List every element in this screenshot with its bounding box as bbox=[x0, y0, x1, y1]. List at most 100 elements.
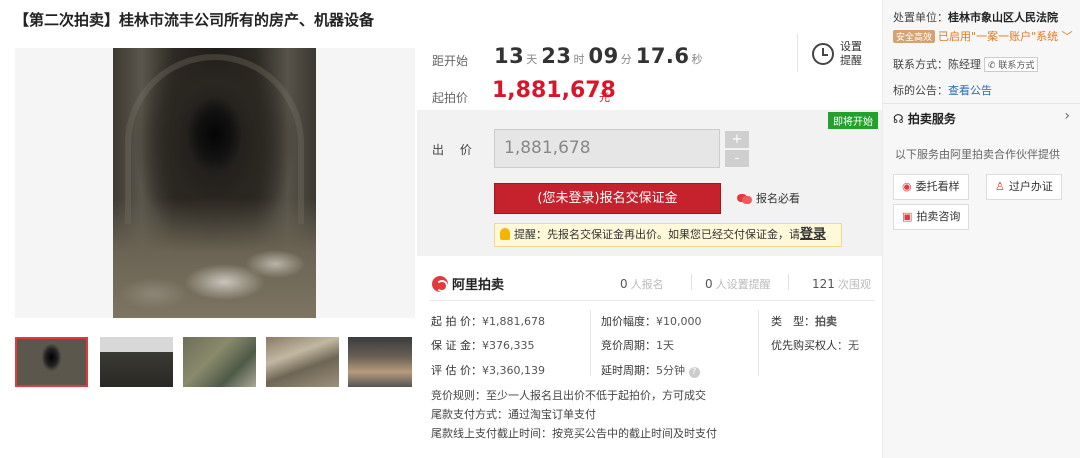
detail-value: ¥1,881,678 bbox=[482, 315, 545, 328]
status-badge: 即将开始 bbox=[828, 112, 878, 129]
bid-increase-button[interactable]: + bbox=[725, 131, 749, 148]
login-link[interactable]: 登录 bbox=[800, 227, 826, 242]
reminders-count: 0 bbox=[705, 277, 713, 291]
countdown-minutes-unit: 分 bbox=[620, 53, 632, 66]
divider bbox=[691, 274, 692, 290]
consult-button[interactable]: ▣ 拍卖咨询 bbox=[893, 204, 970, 230]
countdown-days: 13 bbox=[494, 44, 525, 68]
thumbnail-2[interactable] bbox=[100, 337, 173, 387]
thumbnail-3[interactable] bbox=[183, 337, 256, 387]
notice-label: 标的公告： bbox=[893, 84, 948, 97]
alarm-clock-icon bbox=[812, 43, 834, 65]
disposal-unit-label: 处置单位： bbox=[893, 11, 948, 24]
sidebar: 处置单位：桂林市象山区人民法院 安全高效 已启用"一案一账户"系统 ﹀ 联系方式：… bbox=[882, 0, 1080, 458]
detail-value: 拍卖 bbox=[815, 315, 837, 328]
contact-button-label: 联系方式 bbox=[998, 61, 1035, 71]
set-reminder-label: 设置提醒 bbox=[840, 40, 862, 67]
detail-value: ¥376,335 bbox=[482, 339, 535, 352]
detail-priority: 优先购买权人：无 bbox=[771, 337, 859, 353]
tip-text: 提醒：先报名交保证金再出价。如果您已经交付保证金，请 bbox=[514, 228, 800, 241]
countdown-hours-unit: 时 bbox=[573, 53, 585, 66]
divider bbox=[788, 274, 789, 290]
bidding-rule: 竞价规则：至少一人报名且出价不低于起拍价，方可成交 bbox=[431, 389, 706, 402]
detail-key: 评 估 价： bbox=[431, 364, 482, 377]
contact-row: 联系方式：陈经理 ✆ 联系方式 bbox=[893, 56, 1039, 72]
thumbnail-1[interactable] bbox=[15, 337, 88, 387]
divider bbox=[883, 103, 1080, 104]
signups-stat: 0 人报名 bbox=[620, 276, 664, 292]
disposal-unit: 处置单位：桂林市象山区人民法院 bbox=[893, 9, 1058, 25]
service-header[interactable]: ☊ 拍卖服务 bbox=[893, 110, 956, 127]
ali-auction-logo: 阿里拍卖 bbox=[432, 274, 504, 293]
entrust-viewing-button[interactable]: ◉ 委托看样 bbox=[893, 174, 969, 200]
views-stat: 121 次围观 bbox=[812, 276, 871, 292]
detail-key: 类 型： bbox=[771, 315, 815, 328]
thumbnail-5[interactable] bbox=[348, 337, 412, 387]
start-price-label: 起拍价 bbox=[432, 91, 469, 105]
service-title: 拍卖服务 bbox=[907, 112, 956, 126]
safe-badge: 安全高效 bbox=[893, 30, 936, 43]
headset-icon: ☊ bbox=[893, 112, 908, 126]
service-description: 以下服务由阿里拍卖合作伙伴提供 bbox=[895, 148, 1060, 161]
ali-auction-icon bbox=[432, 275, 448, 292]
transfer-label: 过户办证 bbox=[1008, 180, 1053, 193]
divider bbox=[758, 310, 759, 376]
detail-type: 类 型：拍卖 bbox=[771, 313, 837, 329]
lightbulb-icon bbox=[500, 228, 510, 240]
register-deposit-button[interactable]: (您未登录)报名交保证金 bbox=[494, 183, 721, 214]
page-title: 【第二次拍卖】桂林市流丰公司所有的房产、机器设备 bbox=[14, 11, 375, 29]
contact-label: 联系方式： bbox=[893, 58, 948, 71]
detail-key: 起 拍 价： bbox=[431, 315, 482, 328]
main-image[interactable] bbox=[15, 48, 415, 318]
thumbnail-4[interactable] bbox=[266, 337, 339, 387]
location-pin-icon: ◉ bbox=[902, 180, 912, 193]
detail-key: 竞价周期： bbox=[601, 339, 656, 352]
safe-system-notice[interactable]: 安全高效 已启用"一案一账户"系统 ﹀ bbox=[893, 28, 1073, 44]
phone-icon: ✆ bbox=[988, 61, 999, 71]
view-notice-link[interactable]: 查看公告 bbox=[948, 84, 992, 97]
tunnel-photo bbox=[113, 48, 316, 318]
brand-name: 阿里拍卖 bbox=[452, 278, 505, 293]
bid-amount-input[interactable]: 1,881,678 bbox=[494, 129, 720, 168]
set-reminder-button[interactable]: 设置提醒 bbox=[812, 40, 866, 68]
divider bbox=[797, 34, 798, 72]
start-price-value: 1,881,678 bbox=[492, 78, 616, 103]
countdown-hours: 23 bbox=[541, 44, 572, 68]
payment-method: 尾款支付方式：通过淘宝订单支付 bbox=[431, 408, 596, 421]
detail-key: 保 证 金： bbox=[431, 339, 482, 352]
countdown-timer: 13 天 23 时 09 分 17.6 秒 bbox=[494, 44, 707, 68]
divider bbox=[590, 310, 591, 376]
detail-deposit: 保 证 金：¥376,335 bbox=[431, 337, 535, 353]
bid-label: 出 价 bbox=[432, 143, 478, 157]
transfer-button[interactable]: ♙ 过户办证 bbox=[986, 174, 1062, 200]
detail-value: ：无 bbox=[837, 339, 859, 352]
detail-value: 1天 bbox=[656, 339, 674, 352]
detail-value: ¥3,360,139 bbox=[482, 364, 545, 377]
must-read-link[interactable]: 报名必看 bbox=[737, 190, 800, 206]
detail-increment: 加价幅度：¥10,000 bbox=[601, 313, 702, 329]
help-icon[interactable]: ? bbox=[688, 367, 700, 378]
detail-key: 延时周期： bbox=[601, 364, 656, 377]
countdown-seconds-unit: 秒 bbox=[691, 53, 703, 66]
signups-count: 0 bbox=[620, 277, 628, 291]
chevron-down-icon: ﹀ bbox=[1058, 30, 1073, 43]
start-price-unit: 元 bbox=[599, 91, 610, 104]
coins-icon bbox=[737, 193, 752, 204]
detail-key: 加价幅度： bbox=[601, 315, 656, 328]
contact-button[interactable]: ✆ 联系方式 bbox=[984, 57, 1039, 72]
signups-label: 人报名 bbox=[630, 278, 664, 291]
detail-start-price: 起 拍 价：¥1,881,678 bbox=[431, 313, 545, 329]
chevron-right-icon[interactable]: › bbox=[1064, 108, 1070, 124]
views-label: 次围观 bbox=[837, 278, 871, 291]
countdown-label: 距开始 bbox=[432, 54, 469, 68]
views-count: 121 bbox=[812, 277, 835, 291]
reminders-stat: 0 人设置提醒 bbox=[705, 276, 771, 292]
must-read-label: 报名必看 bbox=[756, 192, 800, 205]
detail-cycle: 竞价周期：1天 bbox=[601, 337, 674, 353]
detail-value: 5分钟 bbox=[656, 364, 685, 377]
detail-value: ¥10,000 bbox=[656, 315, 702, 328]
login-tip: 提醒：先报名交保证金再出价。如果您已经交付保证金，请登录 bbox=[494, 223, 842, 247]
countdown-days-unit: 天 bbox=[526, 53, 538, 66]
bid-decrease-button[interactable]: - bbox=[725, 150, 749, 167]
contact-name: 陈经理 bbox=[948, 58, 981, 71]
